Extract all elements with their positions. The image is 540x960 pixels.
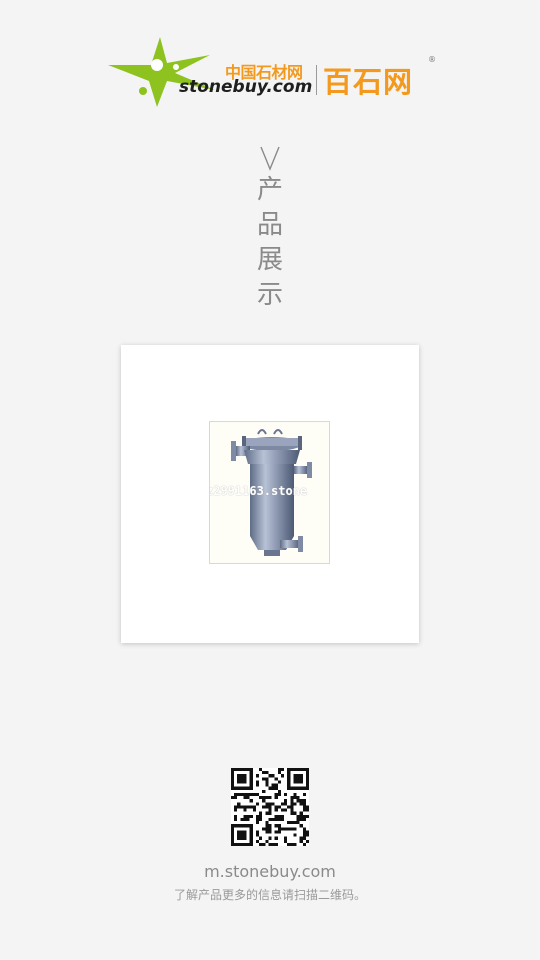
v-chevron-icon (260, 146, 280, 171)
scan-hint: 了解产品更多的信息请扫描二维码。 (173, 888, 366, 902)
section-char-4: 示 (256, 280, 283, 310)
section-char-2: 品 (256, 210, 283, 240)
star-splash-icon (108, 37, 215, 107)
logo-divider (316, 65, 317, 95)
qr-code-icon (231, 768, 309, 846)
section-char-1: 产 (256, 175, 283, 205)
logo-cn-big: 百石网 (323, 65, 414, 99)
product-image[interactable]: z2991163.stone (209, 421, 330, 564)
qr-code[interactable] (231, 768, 309, 846)
registered-mark: ® (428, 55, 436, 64)
site-url[interactable]: m.stonebuy.com (0, 862, 540, 881)
image-watermark: z2991163.stone (209, 484, 308, 498)
product-card[interactable]: z2991163.stone (121, 345, 419, 643)
section-title: 产 品 展 示 (251, 145, 289, 313)
brand-logo[interactable]: 中国石材网 stonebuy.com 百石网 ® (105, 35, 440, 110)
section-char-3: 展 (256, 245, 283, 275)
logo-domain: stonebuy.com (179, 77, 313, 97)
